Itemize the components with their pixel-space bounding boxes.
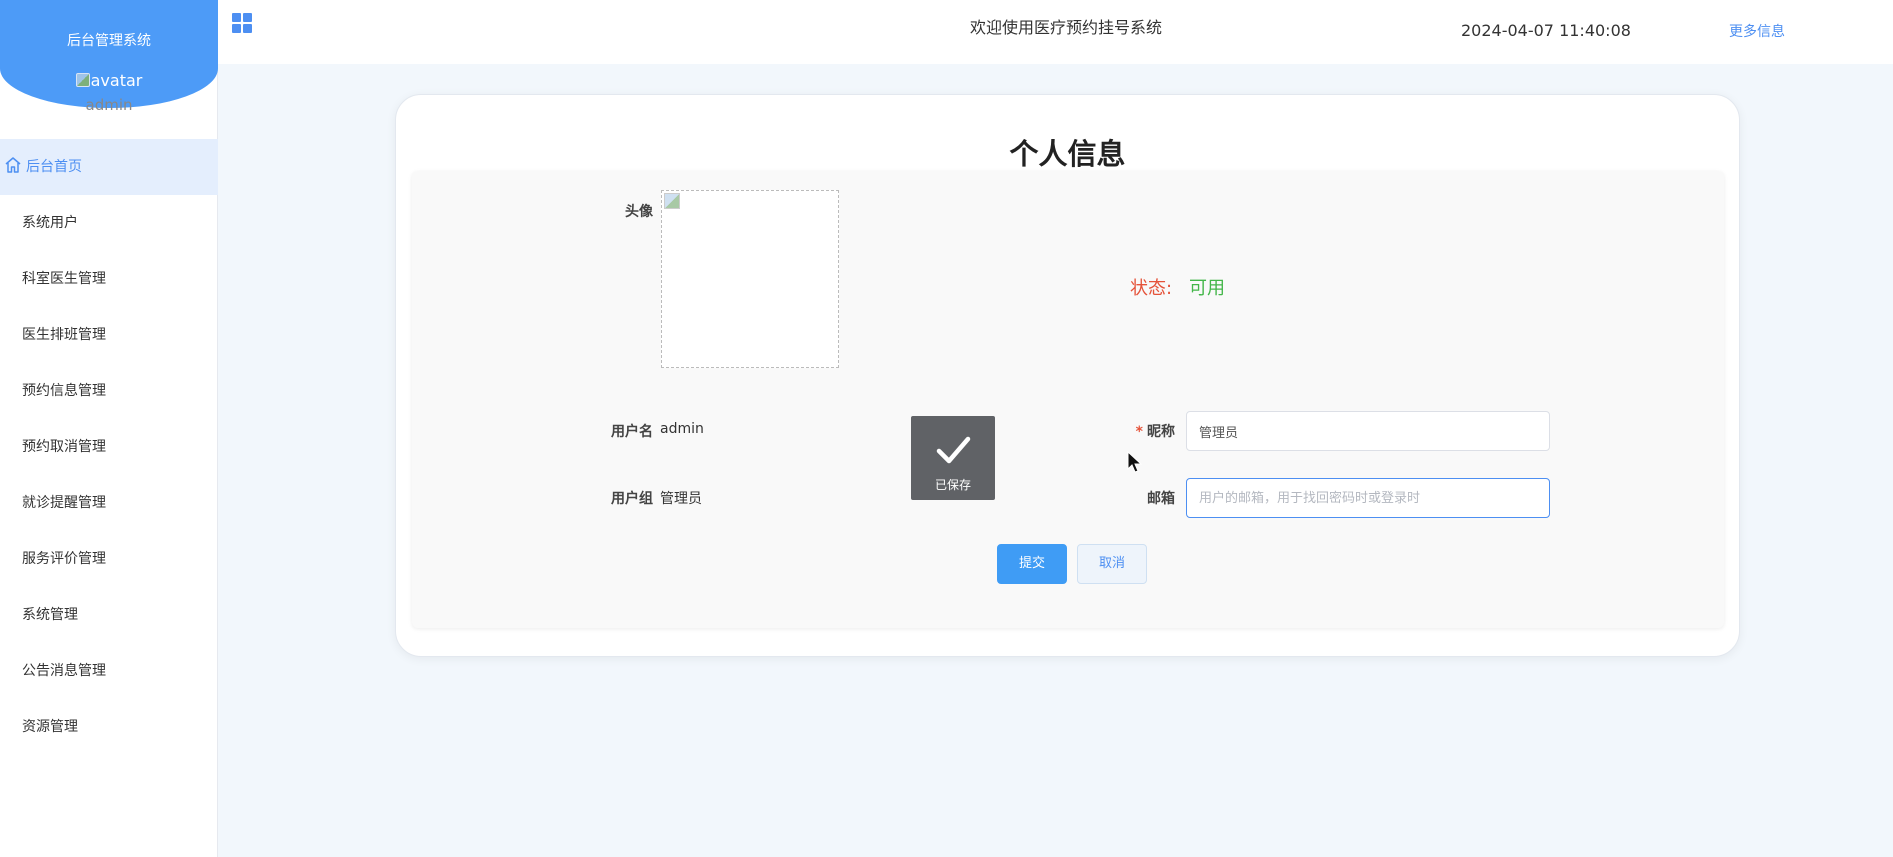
sidebar-item-home[interactable]: 后台首页	[0, 139, 218, 195]
nickname-label-text: 昵称	[1147, 424, 1175, 440]
profile-form: 头像 状态: 可用 用户名 admin 用户组 管理员 *昵称 邮箱 提交 取消	[412, 171, 1724, 628]
saved-toast: 已保存	[911, 416, 995, 500]
sidebar-item-notices[interactable]: 公告消息管理	[0, 643, 218, 699]
nickname-label: * 昵称	[1092, 421, 1175, 441]
brand-header: 后台管理系统 avatar	[0, 0, 218, 108]
nickname-input[interactable]	[1186, 411, 1550, 451]
sidebar-item-reviews[interactable]: 服务评价管理	[0, 531, 218, 587]
check-icon	[936, 436, 971, 464]
submit-button[interactable]: 提交	[997, 544, 1067, 584]
avatar: avatar	[0, 71, 218, 90]
username-label: 用户名	[611, 424, 653, 440]
avatar-alt-text: avatar	[90, 71, 143, 90]
sidebar-item-departments[interactable]: 科室医生管理	[0, 251, 218, 307]
sidebar-item-label: 医生排班管理	[22, 327, 106, 343]
sidebar-item-label: 系统用户	[22, 215, 78, 231]
email-label: 邮箱	[1147, 491, 1175, 507]
sidebar-item-label: 预约取消管理	[22, 439, 106, 455]
brand-title: 后台管理系统	[67, 33, 151, 49]
avatar-upload[interactable]	[661, 190, 839, 368]
sidebar-item-label: 服务评价管理	[22, 551, 106, 567]
status-value: 可用	[1189, 278, 1225, 299]
sidebar-menu: 后台首页 系统用户 科室医生管理 医生排班管理 预约信息管理 预约取消管理 就诊…	[0, 139, 218, 755]
grid-icon[interactable]	[232, 13, 254, 35]
required-marker: *	[1135, 424, 1143, 440]
sidebar-item-schedules[interactable]: 医生排班管理	[0, 307, 218, 363]
sidebar-item-label: 预约信息管理	[22, 383, 106, 399]
sidebar-item-label: 后台首页	[26, 159, 82, 175]
sidebar-item-label: 科室医生管理	[22, 271, 106, 287]
broken-image-icon	[664, 193, 680, 209]
sidebar-item-label: 就诊提醒管理	[22, 495, 106, 511]
sidebar-item-appointments[interactable]: 预约信息管理	[0, 363, 218, 419]
sidebar-item-cancellations[interactable]: 预约取消管理	[0, 419, 218, 475]
page-title: 个人信息	[1009, 137, 1126, 171]
sidebar-item-system-users[interactable]: 系统用户	[0, 195, 218, 251]
mouse-cursor-icon	[1127, 451, 1143, 473]
broken-image-icon	[75, 73, 90, 87]
usergroup-value: 管理员	[660, 491, 702, 507]
cancel-button[interactable]: 取消	[1077, 544, 1147, 584]
sidebar-item-system[interactable]: 系统管理	[0, 587, 218, 643]
status-label: 状态:	[1130, 278, 1173, 299]
profile-card: 个人信息 头像 状态: 可用 用户名 admin 用户组 管理员 *昵称 邮箱 …	[395, 94, 1740, 657]
toast-text: 已保存	[934, 478, 971, 492]
sidebar-item-resources[interactable]: 资源管理	[0, 699, 218, 755]
sidebar-item-label: 系统管理	[22, 607, 78, 623]
sidebar-username: admin	[85, 96, 133, 114]
username-value: admin	[660, 421, 704, 437]
usergroup-label: 用户组	[611, 491, 653, 507]
sidebar-item-label: 公告消息管理	[22, 663, 106, 679]
home-icon	[5, 157, 21, 173]
header-title: 欢迎使用医疗预约挂号系统	[970, 18, 1163, 37]
email-input[interactable]	[1186, 478, 1550, 518]
avatar-label: 头像	[625, 204, 653, 220]
sidebar-item-reminders[interactable]: 就诊提醒管理	[0, 475, 218, 531]
sidebar-item-label: 资源管理	[22, 719, 78, 735]
sidebar: 后台管理系统 avatar admin 后台首页 系统用户 科室医生管理 医生排…	[0, 0, 218, 857]
more-info-link[interactable]: 更多信息	[1729, 21, 1785, 41]
header-datetime: 2024-04-07 11:40:08	[1461, 21, 1631, 40]
